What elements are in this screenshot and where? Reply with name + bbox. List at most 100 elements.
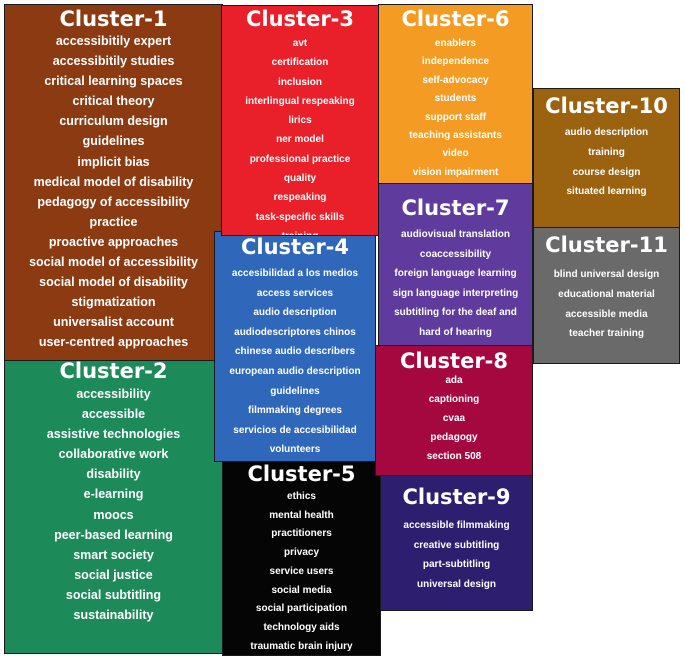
cluster-title: Cluster-6 — [401, 7, 510, 31]
cluster-title: Cluster-3 — [245, 7, 355, 31]
cluster-keyword: sustainability — [73, 608, 154, 623]
cluster-keyword: enablers — [434, 38, 477, 49]
cluster-keyword: professional practice — [249, 153, 351, 165]
cluster-keyword: medical model of disability — [33, 174, 194, 189]
cluster-keyword: peer-based learning — [54, 527, 173, 542]
cluster-keyword: technology aids — [263, 621, 340, 633]
cluster-keyword: accessible filmmaking — [403, 520, 510, 531]
cluster-keyword: respeaking — [273, 192, 327, 204]
cluster-keyword: subtitling for the deaf and — [394, 307, 517, 318]
cluster-keyword: situated learning — [566, 186, 647, 198]
cluster-keyword: audiodescriptores chinos — [234, 326, 356, 338]
cluster-keyword: ethics — [287, 491, 316, 502]
cluster-keyword: training — [588, 146, 625, 158]
cluster-keyword: hard of hearing — [419, 326, 492, 338]
cluster-title: Cluster-4 — [240, 235, 350, 259]
cluster-keyword: foreign language learning — [394, 268, 517, 279]
cluster-keyword: service users — [269, 565, 334, 577]
cluster-keyword: audiovisual translation — [401, 229, 510, 240]
cluster-keyword: accessibility — [76, 387, 151, 401]
cluster-keyword: guidelines — [270, 385, 320, 397]
cluster-keyword: accessible — [81, 407, 146, 422]
cluster-keyword: pedagogy — [430, 431, 478, 443]
cluster-keyword: students — [434, 93, 477, 105]
cluster-keyword: quality — [283, 173, 317, 185]
cluster-keyword: sign language interpreting — [392, 287, 519, 299]
cluster-11-box: Cluster-11 blind universal design educati… — [533, 227, 680, 364]
cluster-item-list: accessible filmmaking creative subtitling… — [381, 516, 532, 595]
cluster-item-list: accessibility accessible assistive technol… — [5, 384, 222, 625]
cluster-keyword: access services — [256, 287, 334, 299]
cluster-keyword: audio description — [564, 127, 649, 138]
cluster-keyword: collaborative work — [58, 447, 169, 462]
cluster-keyword: stigmatization — [71, 295, 156, 310]
cluster-title: Cluster-8 — [399, 349, 509, 373]
cluster-keyword: pedagogy of accessibility — [37, 194, 190, 209]
cluster-keyword: cvaa — [442, 412, 466, 424]
cluster-keyword: coaccessibility — [419, 248, 492, 260]
cluster-keyword: educational material — [558, 288, 655, 300]
cluster-item-list: ethics mental health practitioners privacy s… — [223, 488, 380, 655]
cluster-keyword: universal design — [417, 579, 496, 591]
cluster-title: Cluster-7 — [401, 196, 510, 220]
cluster-keyword: section 508 — [426, 450, 482, 462]
cluster-item-list: accesibilidad a los medios access service… — [215, 264, 375, 460]
cluster-keyword: vision impairment — [412, 166, 499, 178]
cluster-keyword: ner model — [276, 134, 324, 146]
cluster-keyword: chinese audio describers — [234, 346, 356, 358]
cluster-keyword: interlingual respeaking — [245, 95, 355, 107]
cluster-keyword: universalist account — [53, 315, 174, 330]
cluster-keyword: part-subtitling — [422, 559, 491, 571]
cluster-keyword: lirics — [288, 115, 312, 127]
cluster-keyword: social participation — [255, 603, 348, 615]
cluster-keyword: accessible media — [565, 308, 648, 320]
cluster-keyword: european audio description — [229, 365, 361, 377]
cluster-keyword: critical theory — [72, 94, 155, 109]
cluster-8-box: Cluster-8 ada captioning cvaa pedagogy secti… — [375, 345, 533, 476]
cluster-keyword: social justice — [74, 567, 153, 582]
cluster-keyword: curriculum design — [59, 114, 168, 129]
cluster-keyword: creative subtitling — [413, 539, 500, 551]
cluster-keyword: social model of disability — [39, 275, 188, 290]
cluster-item-list: audiovisual translation coaccessibility fo… — [379, 225, 532, 342]
cluster-keyword: video — [442, 148, 469, 160]
cluster-item-list: audio description training course design si… — [534, 123, 679, 202]
cluster-title: Cluster-1 — [59, 7, 168, 31]
cluster-2-box: Cluster-2 accessibility accessible assisti… — [4, 360, 223, 654]
cluster-keyword: servicios de accesibilidad — [233, 424, 357, 436]
cluster-item-list: accessibitily expert accessibitily studie… — [5, 31, 222, 353]
cluster-keyword: critical learning spaces — [44, 74, 183, 89]
cluster-keyword: accessibitily studies — [52, 54, 175, 69]
cluster-title: Cluster-2 — [59, 360, 168, 383]
cluster-keyword: social model of accessibility — [29, 255, 198, 270]
cluster-keyword: e-learning — [83, 487, 144, 502]
cluster-keyword: implicit bias — [77, 154, 150, 169]
cluster-keyword: assistive technologies — [46, 427, 181, 442]
cluster-title: Cluster-10 — [545, 94, 668, 118]
cluster-keyword: course design — [572, 166, 641, 178]
cluster-keyword: volunteers — [269, 444, 321, 456]
cluster-keyword: training — [222, 227, 378, 235]
cluster-item-list: enablers independence self-advocacy student… — [379, 35, 532, 182]
cluster-keyword: smart society — [73, 547, 154, 562]
cluster-item-list: avt certification inclusion interlingual re… — [222, 34, 378, 235]
cluster-keyword: proactive approaches — [48, 234, 179, 249]
cluster-keyword: disability — [86, 467, 141, 482]
cluster-keyword: user-centred approaches — [38, 335, 189, 350]
cluster-4-box: Cluster-4 accesibilidad a los medios acce… — [214, 231, 376, 462]
cluster-keyword: inclusion — [278, 76, 322, 88]
cluster-keyword: independence — [421, 56, 490, 68]
cluster-title: Cluster-5 — [247, 462, 356, 486]
cluster-keyword: task-specific skills — [255, 211, 345, 223]
cluster-keyword: teacher training — [568, 328, 645, 340]
cluster-keyword: accesibilidad a los medios — [231, 268, 359, 279]
cluster-keyword: filmmaking degrees — [248, 405, 342, 417]
cluster-keyword: ada — [445, 375, 463, 386]
cluster-keyword: privacy — [283, 547, 320, 559]
cluster-10-box: Cluster-10 audio description training cour… — [533, 88, 680, 228]
cluster-keyword: certification — [271, 57, 329, 69]
cluster-9-box: Cluster-9 accessible filmmaking creative … — [380, 475, 533, 611]
cluster-keyword: traumatic brain injury — [250, 640, 353, 652]
cluster-keyword: social subtitling — [65, 587, 162, 602]
cluster-item-list: ada captioning cvaa pedagogy section 508 — [376, 372, 532, 467]
